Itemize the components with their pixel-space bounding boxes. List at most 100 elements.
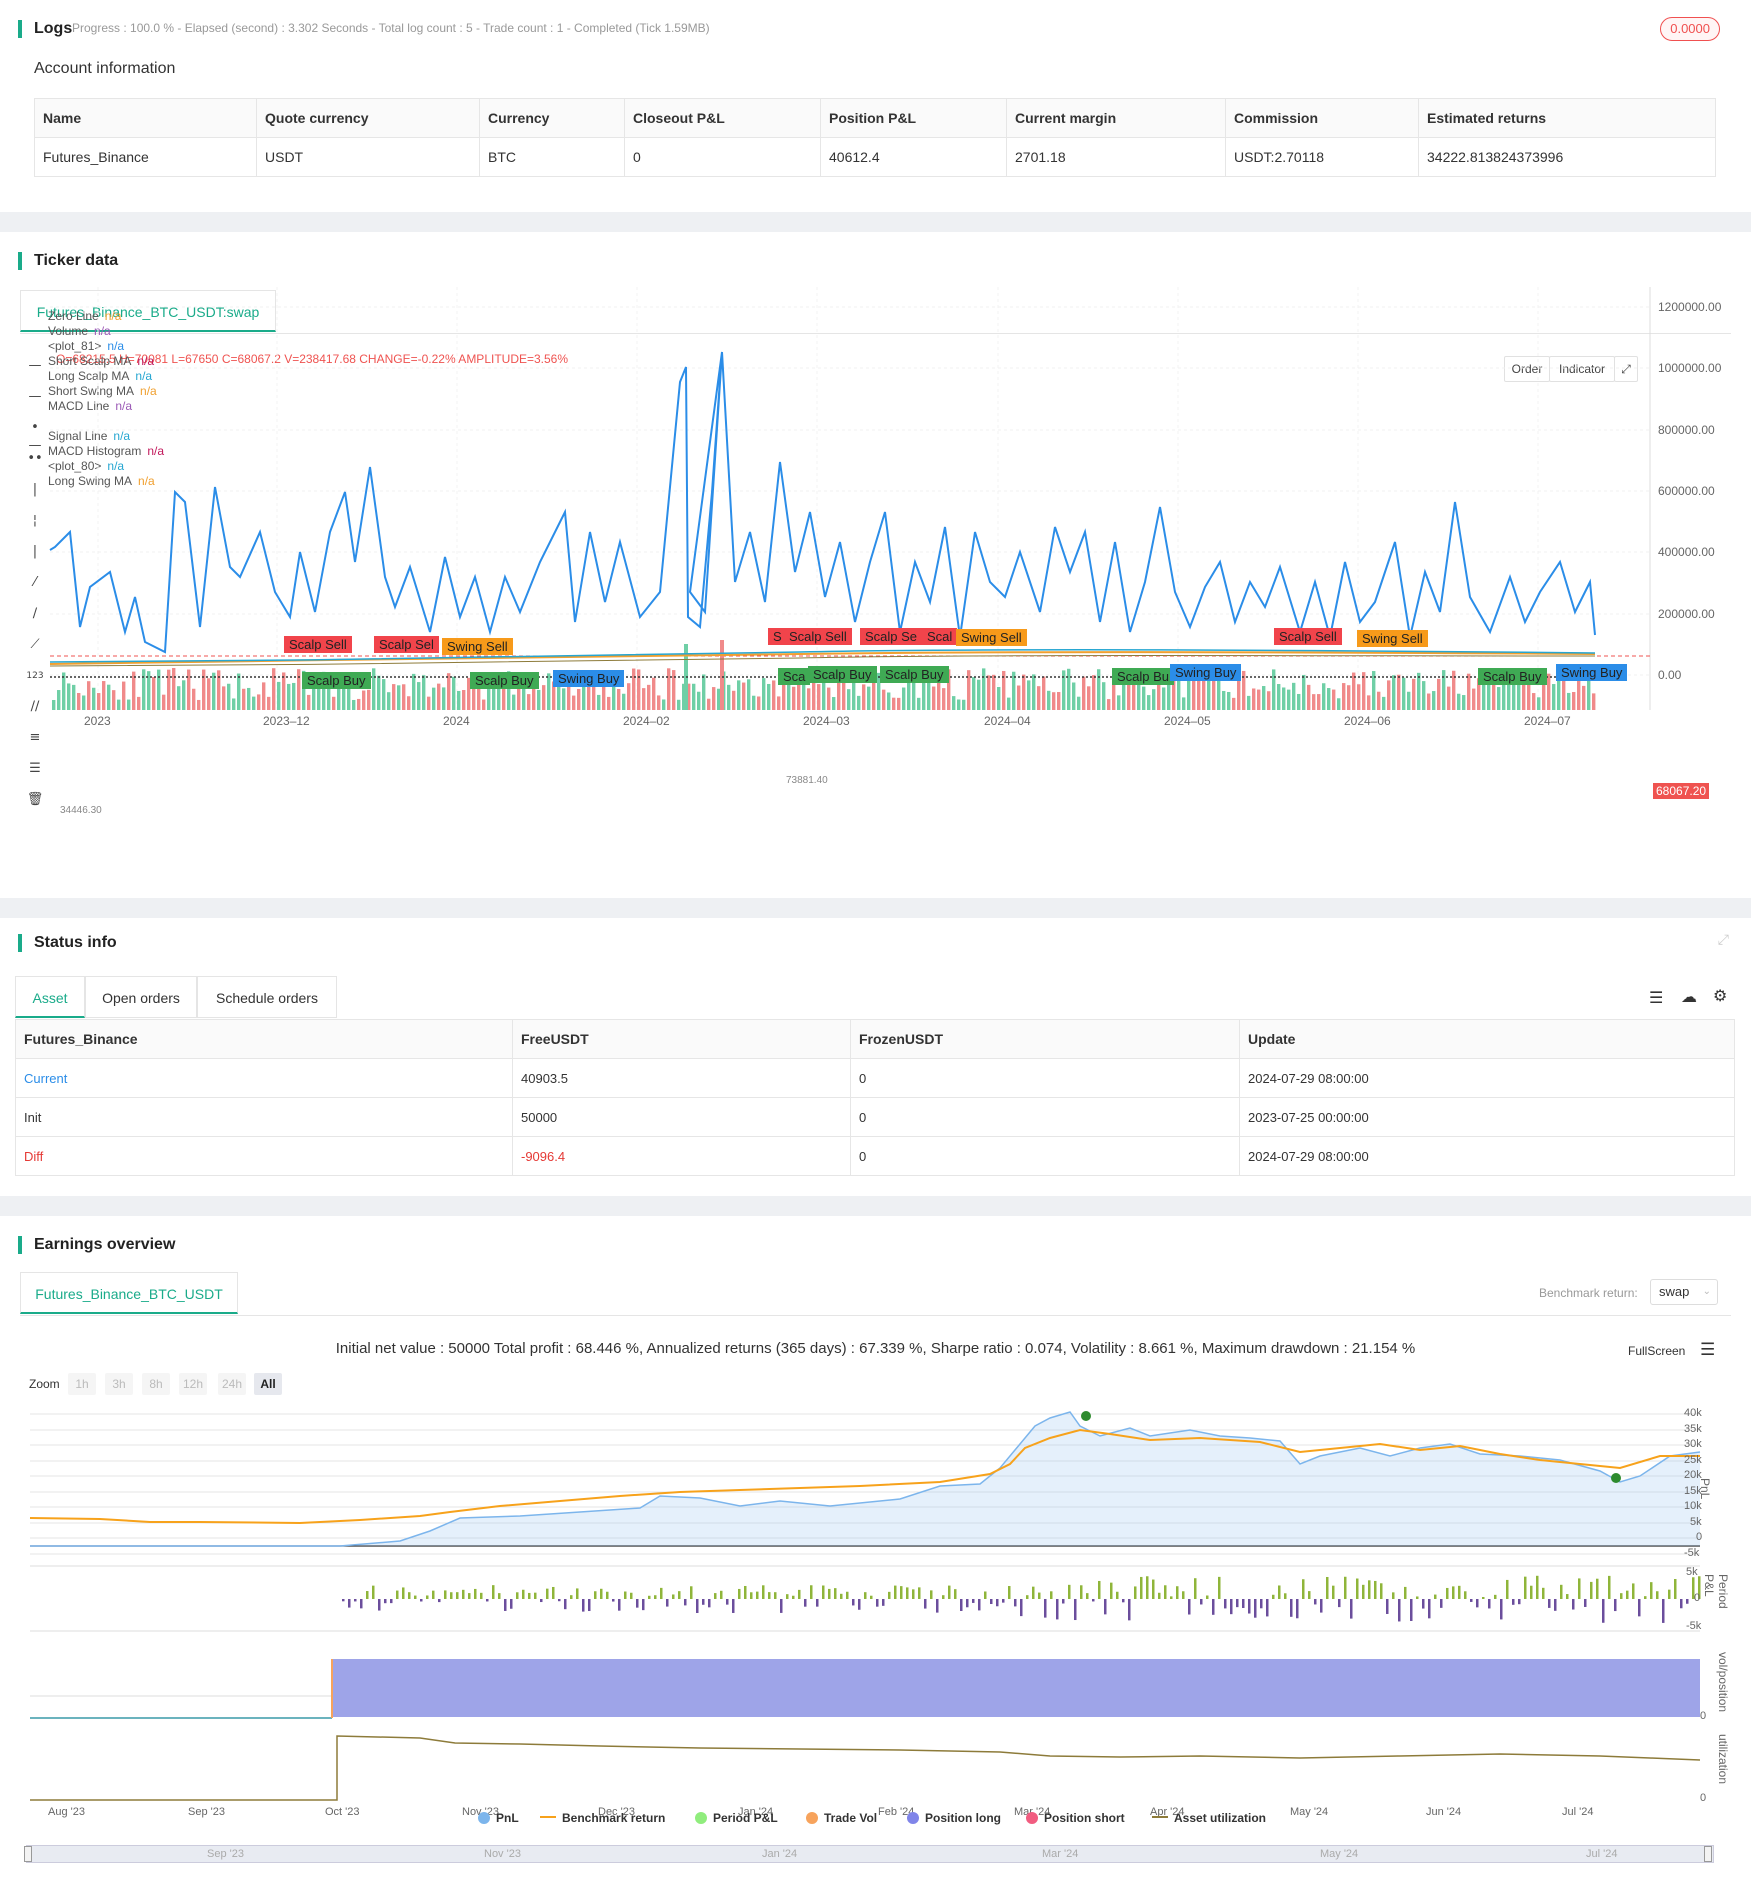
legend-item[interactable]: Benchmark return [540,1810,665,1826]
period-bar [846,1591,849,1599]
legend-item[interactable]: Period P&L [695,1810,778,1826]
signal-label-buy: Scalp Buy [1478,668,1547,685]
account-col-returns: Estimated returns [1418,98,1716,138]
volume-bar [987,675,991,710]
volume-bar [1447,686,1451,710]
navigator-right-handle[interactable] [1704,1846,1712,1862]
collapse-icon[interactable]: ⤢ [1718,932,1729,948]
period-bar [1584,1599,1587,1607]
volume-bar [942,688,946,710]
period-bar [1620,1593,1623,1599]
legend-item[interactable]: Position short [1026,1810,1125,1826]
period-bar [1020,1599,1023,1617]
period-bar [852,1599,855,1606]
period-bar [1002,1599,1005,1603]
logs-badge[interactable]: 0.0000 [1660,17,1720,41]
period-bar [1590,1581,1593,1599]
legend-item[interactable]: Trade Vol [806,1810,877,1826]
volume-bar [112,690,116,710]
tab-schedule-orders[interactable]: Schedule orders [197,976,337,1018]
ticker-chart[interactable] [0,232,1751,898]
x-axis-label: 2024–04 [984,714,1031,728]
volume-bar [412,673,416,710]
period-bar [1044,1599,1047,1618]
range-navigator[interactable] [26,1845,1714,1863]
legend-item[interactable]: Asset utilization [1152,1810,1266,1826]
volume-bar [1537,697,1541,710]
period-bar [654,1595,657,1599]
tab-asset[interactable]: Asset [15,976,85,1018]
period-bar [1140,1576,1143,1599]
volume-bar [1282,687,1286,710]
volume-bar [277,681,281,710]
period-bar [1032,1586,1035,1599]
period-bar [1104,1599,1107,1615]
volume-bar [772,680,776,710]
volume-bar [1087,686,1091,710]
period-bar [432,1590,435,1599]
period-bar [486,1599,489,1602]
x-axis-label: 2024–05 [1164,714,1211,728]
period-bar [1686,1599,1689,1604]
period-bar [1602,1599,1605,1623]
period-bar [642,1599,645,1611]
period-bar [792,1595,795,1599]
x-axis-label: 2023 [84,714,111,728]
volume-bar [597,694,601,710]
settings-gear-icon[interactable]: ⚙ [1713,986,1727,1005]
volume-bar [1247,695,1251,710]
period-bar [750,1592,753,1599]
volume-bar [97,693,101,710]
signal-label-sell: Scalp Sel [374,636,439,653]
volume-bar [1237,681,1241,710]
volume-bar [967,670,971,710]
volume-bar [462,690,466,710]
period-bar [942,1595,945,1599]
period-bar [1656,1591,1659,1599]
volume-bar [1262,686,1266,710]
low-price-marker: 34446.30 [60,805,102,816]
volume-bar [232,698,236,710]
volume-bar [452,676,456,710]
volume-bar [1422,681,1426,710]
volume-bar [262,682,266,710]
navigator-left-handle[interactable] [24,1846,32,1862]
volume-bar [417,682,421,710]
period-bar [684,1599,687,1606]
list-icon[interactable]: ☰ [1649,988,1663,1007]
volume-bar [1297,693,1301,710]
volume-bar [57,690,61,710]
period-bar [588,1599,591,1612]
volume-bar [1222,690,1226,710]
volume-bar [332,696,336,710]
volume-bar [247,687,251,710]
volume-bar [627,683,631,710]
earnings-chart[interactable] [0,1216,1751,1895]
volume-bar [720,640,724,710]
cloud-download-icon[interactable]: ☁ [1681,987,1697,1006]
account-col-margin: Current margin [1006,98,1226,138]
volume-bar [902,687,906,710]
legend-item[interactable]: Position long [907,1810,1001,1826]
period-bar [468,1593,471,1599]
volume-bar [1287,689,1291,710]
volume-bar [1562,678,1566,710]
legend-swatch [1026,1812,1038,1824]
period-bar [474,1588,477,1599]
volume-bar [1427,693,1431,710]
volume-bar [1252,688,1256,710]
volume-bar [962,699,966,710]
pnl-axis-label: 25k [1684,1454,1702,1466]
period-bar [1596,1578,1599,1599]
volume-bar [142,669,146,710]
period-bar [1170,1596,1173,1599]
row-label-current[interactable]: Current [15,1058,513,1098]
legend-item[interactable]: PnL [478,1810,519,1826]
period-bar [1164,1585,1167,1599]
volume-bar [77,693,81,710]
tab-open-orders[interactable]: Open orders [85,976,197,1018]
period-bar [1536,1575,1539,1599]
period-bar [780,1599,783,1613]
volume-bar [472,686,476,710]
volume-bar [562,688,566,710]
